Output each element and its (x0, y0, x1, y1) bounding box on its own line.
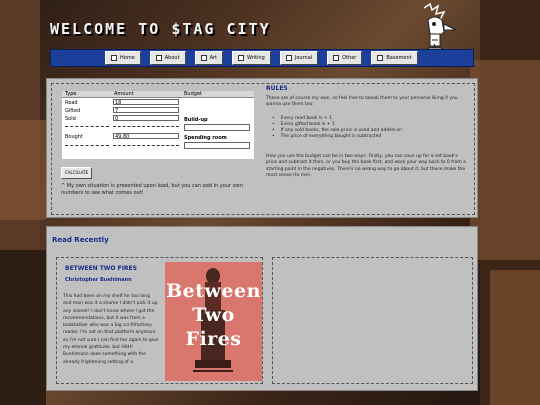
read-recently-title: Read Recently (52, 236, 109, 244)
nav-other-button[interactable]: Other (327, 51, 363, 65)
rules-body: How you use the budget can be in two way… (266, 154, 466, 178)
divider (113, 145, 179, 146)
rules-list: Every read book is + 1 Every gifted book… (266, 116, 470, 140)
rules-title: RULES (266, 85, 288, 92)
book-cover-image: Between Two Fires (165, 262, 262, 381)
nav-label: Writing (247, 55, 265, 61)
spending-room-output[interactable] (184, 142, 250, 149)
nav-label: Journal (294, 55, 313, 61)
read-recently-panel: Read Recently BETWEEN TWO FIRES Christop… (46, 226, 478, 391)
budget-calculator: Type Amount Budget Read 18 Gifted 7 Sold… (62, 91, 254, 159)
buildup-label: Build-up (184, 117, 208, 123)
rules-intro: These are of course my own, so feel free… (266, 96, 458, 107)
divider (65, 126, 109, 127)
book-review[interactable]: This had been on my shelf for too long a… (63, 293, 159, 381)
bought-input[interactable]: 49.80 (113, 133, 179, 140)
main-navbar: Home About Art Writing Journal Other Bas… (50, 49, 474, 67)
nav-label: Basement (386, 55, 412, 61)
nav-journal-button[interactable]: Journal (279, 51, 319, 65)
buildup-output[interactable] (184, 124, 250, 131)
nav-writing-button[interactable]: Writing (232, 51, 271, 65)
spending-room-label: Spending room (184, 135, 227, 141)
stairs-icon (377, 55, 384, 61)
row-label-bought: Bought (65, 134, 83, 140)
nav-label: About (164, 55, 180, 61)
stag-mascot-icon (423, 2, 457, 55)
divider (113, 126, 179, 127)
nav-art-button[interactable]: Art (194, 51, 223, 65)
divider (65, 145, 109, 146)
nav-basement-button[interactable]: Basement (371, 51, 418, 65)
row-label-gifted: Gifted (65, 108, 81, 114)
gifted-input[interactable]: 7 (113, 107, 179, 114)
calculator-note: ^ My own situation is presented upon loa… (61, 183, 243, 196)
book-title: BETWEEN TWO FIRES (65, 265, 137, 272)
calculator-header: Type Amount Budget (62, 91, 254, 98)
row-label-sold: Sold (65, 116, 76, 122)
site-title: WELCOME TO $TAG CITY (50, 20, 271, 38)
list-item: The price of everything bought is subtra… (266, 134, 470, 140)
sold-input[interactable]: 0 (113, 115, 179, 122)
cover-title-word: Between (166, 280, 261, 302)
info-icon (155, 55, 162, 61)
book-card: BETWEEN TWO FIRES Christopher Buehlmann … (56, 257, 263, 384)
nav-about-button[interactable]: About (149, 51, 186, 65)
header-amount: Amount (114, 91, 134, 97)
calculate-button[interactable]: CALCULATE (61, 167, 93, 179)
header-budget: Budget (184, 91, 202, 97)
read-input[interactable]: 18 (113, 99, 179, 106)
header-type: Type (65, 91, 77, 97)
pencil-icon (238, 55, 244, 61)
cover-title-word: Two (192, 304, 235, 326)
folder-icon (333, 55, 340, 61)
nav-label: Other (342, 55, 357, 61)
book-author: Christopher Buehlmann (65, 277, 132, 283)
journal-icon (285, 55, 292, 61)
row-label-read: Read (65, 100, 78, 106)
nav-label: Art (209, 55, 217, 61)
nav-label: Home (120, 55, 135, 61)
home-icon (111, 55, 117, 61)
art-icon (200, 55, 207, 61)
empty-book-card (272, 257, 473, 384)
cover-title-word: Fires (185, 328, 242, 350)
budget-panel: Type Amount Budget Read 18 Gifted 7 Sold… (46, 78, 478, 218)
nav-home-button[interactable]: Home (105, 51, 141, 65)
